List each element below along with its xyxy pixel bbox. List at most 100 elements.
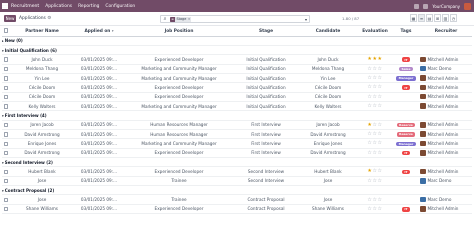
gear-icon[interactable]: ⚙: [47, 16, 51, 21]
table-row[interactable]: Jose 03/01/2025 09:... Trainee Second Inter…: [2, 176, 472, 187]
star-icon[interactable]: ☆☆☆: [367, 66, 382, 72]
evaluation-stars[interactable]: ☆☆☆: [358, 148, 392, 158]
graph-view-icon[interactable]: ▥: [442, 14, 449, 22]
table-row[interactable]: Yin Lee 03/01/2025 09:... Marketing and Co…: [2, 73, 472, 84]
row-checkbox[interactable]: [2, 54, 10, 65]
recruiter-cell: Mitchell Admin: [420, 129, 472, 140]
menu-applications[interactable]: Applications: [45, 4, 72, 9]
user-avatar[interactable]: [464, 2, 471, 10]
star-icon[interactable]: ★★★: [367, 56, 382, 62]
row-checkbox[interactable]: [2, 92, 10, 102]
col-candidate[interactable]: Candidate: [298, 27, 358, 37]
pager[interactable]: 1-80 / 87: [342, 16, 359, 21]
select-all-checkbox[interactable]: [2, 27, 10, 37]
evaluation-stars[interactable]: ☆☆☆: [358, 92, 392, 102]
evaluation-stars[interactable]: ☆☆☆: [358, 73, 392, 84]
row-checkbox[interactable]: [2, 64, 10, 74]
table-row[interactable]: Shane Williams 03/01/2025 09:... Experienc…: [2, 204, 472, 215]
chat-icon[interactable]: [414, 3, 420, 9]
star-icon[interactable]: ☆☆☆: [367, 75, 382, 81]
apps-menu-icon[interactable]: [2, 3, 8, 9]
candidate: Jose: [298, 176, 358, 187]
row-checkbox[interactable]: [2, 194, 10, 205]
col-stage[interactable]: Stage: [234, 27, 298, 37]
evaluation-stars[interactable]: ☆☆☆: [358, 101, 392, 112]
calendar-view-icon[interactable]: ▤: [426, 14, 433, 22]
evaluation-stars[interactable]: ☆☆☆: [358, 138, 392, 149]
star-icon[interactable]: ★☆☆: [367, 122, 382, 128]
table-row[interactable]: Cécile Doom 03/01/2025 09:... Experienced …: [2, 82, 472, 93]
search-bar[interactable]: ⌕ ≡ Stage ✕ ▾: [160, 15, 310, 23]
tag-badge: IT: [402, 57, 410, 62]
group-row[interactable]: ▾ Initial Qualification (6): [2, 45, 472, 56]
search-icon[interactable]: ⌕: [161, 16, 169, 22]
company-switcher[interactable]: YourCompany: [432, 4, 460, 9]
table-row[interactable]: Meldona Thang 03/01/2025 09:... Marketing …: [2, 64, 472, 74]
star-icon[interactable]: ★☆☆: [367, 168, 382, 174]
kanban-view-icon[interactable]: ▦: [410, 14, 417, 22]
table-row[interactable]: David Armstrong 03/01/2025 09:... Human Re…: [2, 129, 472, 140]
evaluation-stars[interactable]: ☆☆☆: [358, 176, 392, 187]
row-checkbox[interactable]: [2, 120, 10, 130]
applied-on: 03/01/2025 09:...: [74, 138, 124, 149]
star-icon[interactable]: ☆☆☆: [367, 84, 382, 90]
star-icon[interactable]: ☆☆☆: [367, 103, 382, 109]
star-icon[interactable]: ☆☆☆: [367, 197, 382, 203]
activity-icon[interactable]: [423, 3, 429, 9]
col-partner-name[interactable]: Partner Name: [10, 27, 74, 37]
group-row[interactable]: ▾ Second Interview (2): [2, 157, 472, 168]
evaluation-stars[interactable]: ★☆☆: [358, 120, 392, 130]
table-row[interactable]: Kelly Walters 03/01/2025 09:... Marketing …: [2, 101, 472, 112]
row-checkbox[interactable]: [2, 82, 10, 93]
row-checkbox[interactable]: [2, 204, 10, 215]
table-row[interactable]: Jose 03/01/2025 09:... Trainee Contract Pro…: [2, 194, 472, 205]
evaluation-stars[interactable]: ☆☆☆: [358, 64, 392, 74]
tags-cell: IT: [392, 166, 420, 177]
table-row[interactable]: Hubert Blank 03/01/2025 09:... Experienced…: [2, 166, 472, 177]
star-icon[interactable]: ☆☆☆: [367, 150, 382, 156]
chevron-down-icon[interactable]: ▾: [305, 17, 307, 22]
star-icon[interactable]: ☆☆☆: [367, 94, 382, 100]
star-icon[interactable]: ☆☆☆: [367, 178, 382, 184]
star-icon[interactable]: ☆☆☆: [367, 131, 382, 137]
evaluation-stars[interactable]: ☆☆☆: [358, 204, 392, 215]
col-recruiter[interactable]: Recruiter: [420, 27, 472, 37]
row-checkbox[interactable]: [2, 138, 10, 149]
evaluation-stars[interactable]: ☆☆☆: [358, 82, 392, 93]
col-tags[interactable]: Tags: [392, 27, 420, 37]
group-row[interactable]: ▸ New (0): [2, 36, 472, 46]
table-row[interactable]: John Duck 03/01/2025 09:... Experienced De…: [2, 54, 472, 65]
row-checkbox[interactable]: [2, 176, 10, 187]
evaluation-stars[interactable]: ☆☆☆: [358, 129, 392, 140]
row-checkbox[interactable]: [2, 101, 10, 112]
row-checkbox[interactable]: [2, 148, 10, 158]
close-icon[interactable]: ✕: [187, 16, 192, 22]
col-applied-on[interactable]: Applied on ▾: [74, 27, 124, 37]
table-row[interactable]: Enrique Jones 03/01/2025 09:... Marketing …: [2, 138, 472, 149]
menu-reporting[interactable]: Reporting: [78, 4, 99, 9]
pivot-view-icon[interactable]: ⊞: [434, 14, 441, 22]
new-button[interactable]: New: [4, 15, 16, 22]
recruiter-cell: Mitchell Admin: [420, 138, 472, 149]
row-checkbox[interactable]: [2, 166, 10, 177]
evaluation-stars[interactable]: ★★★: [358, 54, 392, 65]
evaluation-stars[interactable]: ☆☆☆: [358, 194, 392, 205]
activity-view-icon[interactable]: ◷: [450, 14, 457, 22]
table-row[interactable]: David Armstrong 03/01/2025 09:... Experien…: [2, 148, 472, 158]
app-name[interactable]: Recruitment: [11, 4, 39, 9]
table-row[interactable]: Cécile Doom 03/01/2025 09:... Experienced …: [2, 92, 472, 102]
list-view-icon[interactable]: ≡: [418, 14, 425, 22]
group-row[interactable]: ▾ First Interview (4): [2, 110, 472, 121]
group-row[interactable]: ▾ Contract Proposal (2): [2, 185, 472, 196]
star-icon[interactable]: ☆☆☆: [367, 140, 382, 146]
menu-configuration[interactable]: Configuration: [105, 4, 135, 9]
recruiter-name: Mitchell Admin: [427, 56, 459, 62]
col-job-position[interactable]: Job Position: [124, 27, 234, 37]
row-checkbox[interactable]: [2, 129, 10, 140]
evaluation-stars[interactable]: ★☆☆: [358, 166, 392, 177]
star-icon[interactable]: ☆☆☆: [367, 206, 382, 212]
col-evaluation[interactable]: Evaluation: [358, 27, 392, 37]
table-row[interactable]: Joren Jacob 03/01/2025 09:... Human Resour…: [2, 120, 472, 130]
search-facet[interactable]: ≡ Stage ✕: [170, 16, 192, 22]
row-checkbox[interactable]: [2, 73, 10, 84]
